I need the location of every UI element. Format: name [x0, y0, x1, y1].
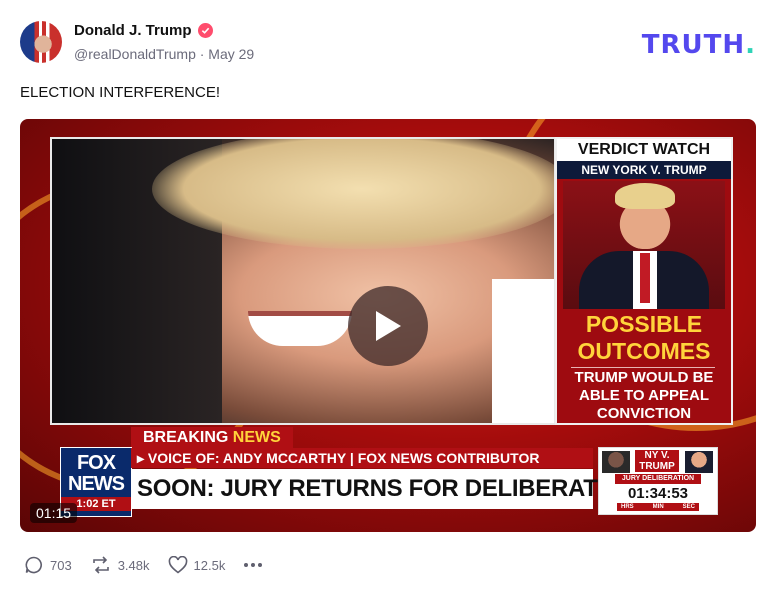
logo-text: TRUTH	[641, 30, 746, 60]
possible-outcomes: POSSIBLE OUTCOMES	[557, 311, 731, 365]
timer-units: HRS MIN SEC	[617, 503, 699, 511]
retruth-count: 3.48k	[117, 557, 150, 573]
like-count: 12.5k	[193, 557, 226, 573]
author-row: Donald J. Trump	[74, 22, 213, 39]
video-player[interactable]: VERDICT WATCH NEW YORK V. TRUMP POSSIBLE…	[20, 119, 756, 532]
display-name[interactable]: Donald J. Trump	[74, 22, 192, 39]
heart-icon	[168, 556, 187, 574]
fox-line1: FOX	[76, 452, 116, 474]
verdict-subtitle: NEW YORK V. TRUMP	[557, 161, 731, 179]
reply-button[interactable]: 703	[24, 555, 72, 575]
video-duration: 01:15	[30, 503, 78, 523]
left-thumb	[602, 451, 630, 473]
nyv-line2: TRUMP	[639, 461, 675, 472]
nyv-line1: NY V.	[644, 450, 670, 461]
more-dots-icon	[244, 563, 263, 567]
post-text: ELECTION INTERFERENCE!	[20, 84, 221, 101]
unit-hrs: HRS	[621, 504, 634, 510]
comment-icon	[25, 556, 42, 574]
logo-dot: .	[745, 30, 756, 60]
verified-badge-icon	[197, 23, 213, 38]
possible-line2: OUTCOMES	[577, 338, 711, 364]
more-options-button[interactable]	[243, 562, 263, 568]
jury-timer: 01:34:53	[627, 485, 689, 502]
handle-date: @realDonaldTrump · May 29	[74, 46, 255, 62]
chyron-headline: SOON: JURY RETURNS FOR DELIBERATIONS	[131, 469, 655, 509]
breaking-news-tag: BREAKING NEWS	[131, 427, 293, 448]
possible-line1: POSSIBLE	[585, 311, 703, 337]
retruth-button[interactable]: 3.48k	[90, 555, 150, 575]
like-button[interactable]: 12.5k	[168, 556, 226, 574]
retruth-icon	[92, 556, 109, 574]
video-main-shot	[50, 137, 556, 425]
jury-label: JURY DELIBERATION	[615, 474, 701, 484]
unit-min: MIN	[652, 504, 664, 510]
jury-timer-box: NY V. TRUMP JURY DELIBERATION 01:34:53 H…	[598, 447, 718, 515]
verdict-title: VERDICT WATCH	[557, 139, 731, 161]
appeal-line3: CONVICTION	[596, 405, 692, 422]
appeal-line2: ABLE TO APPEAL	[578, 387, 709, 404]
play-button[interactable]	[348, 286, 428, 366]
verdict-watch-panel: VERDICT WATCH NEW YORK V. TRUMP POSSIBLE…	[555, 137, 733, 425]
nyv-title: NY V. TRUMP	[635, 450, 679, 472]
truth-logo: TRUTH.	[642, 30, 756, 60]
news-word: NEWS	[232, 429, 281, 446]
fox-line2: NEWS	[68, 473, 125, 495]
appeal-line1: TRUMP WOULD BE	[574, 369, 714, 386]
reply-count: 703	[50, 557, 72, 573]
appeal-text: TRUMP WOULD BE ABLE TO APPEAL CONVICTION	[557, 369, 731, 423]
post-actions: 703 3.48k 12.5k	[24, 555, 281, 575]
unit-sec: SEC	[682, 504, 695, 510]
voice-of-bar: ▸ VOICE OF: ANDY MCCARTHY | FOX NEWS CON…	[131, 448, 593, 468]
breaking-word: BREAKING	[143, 429, 229, 446]
verdict-photo	[563, 181, 725, 309]
right-thumb	[685, 451, 713, 473]
play-icon	[376, 311, 401, 341]
avatar[interactable]	[20, 21, 62, 63]
